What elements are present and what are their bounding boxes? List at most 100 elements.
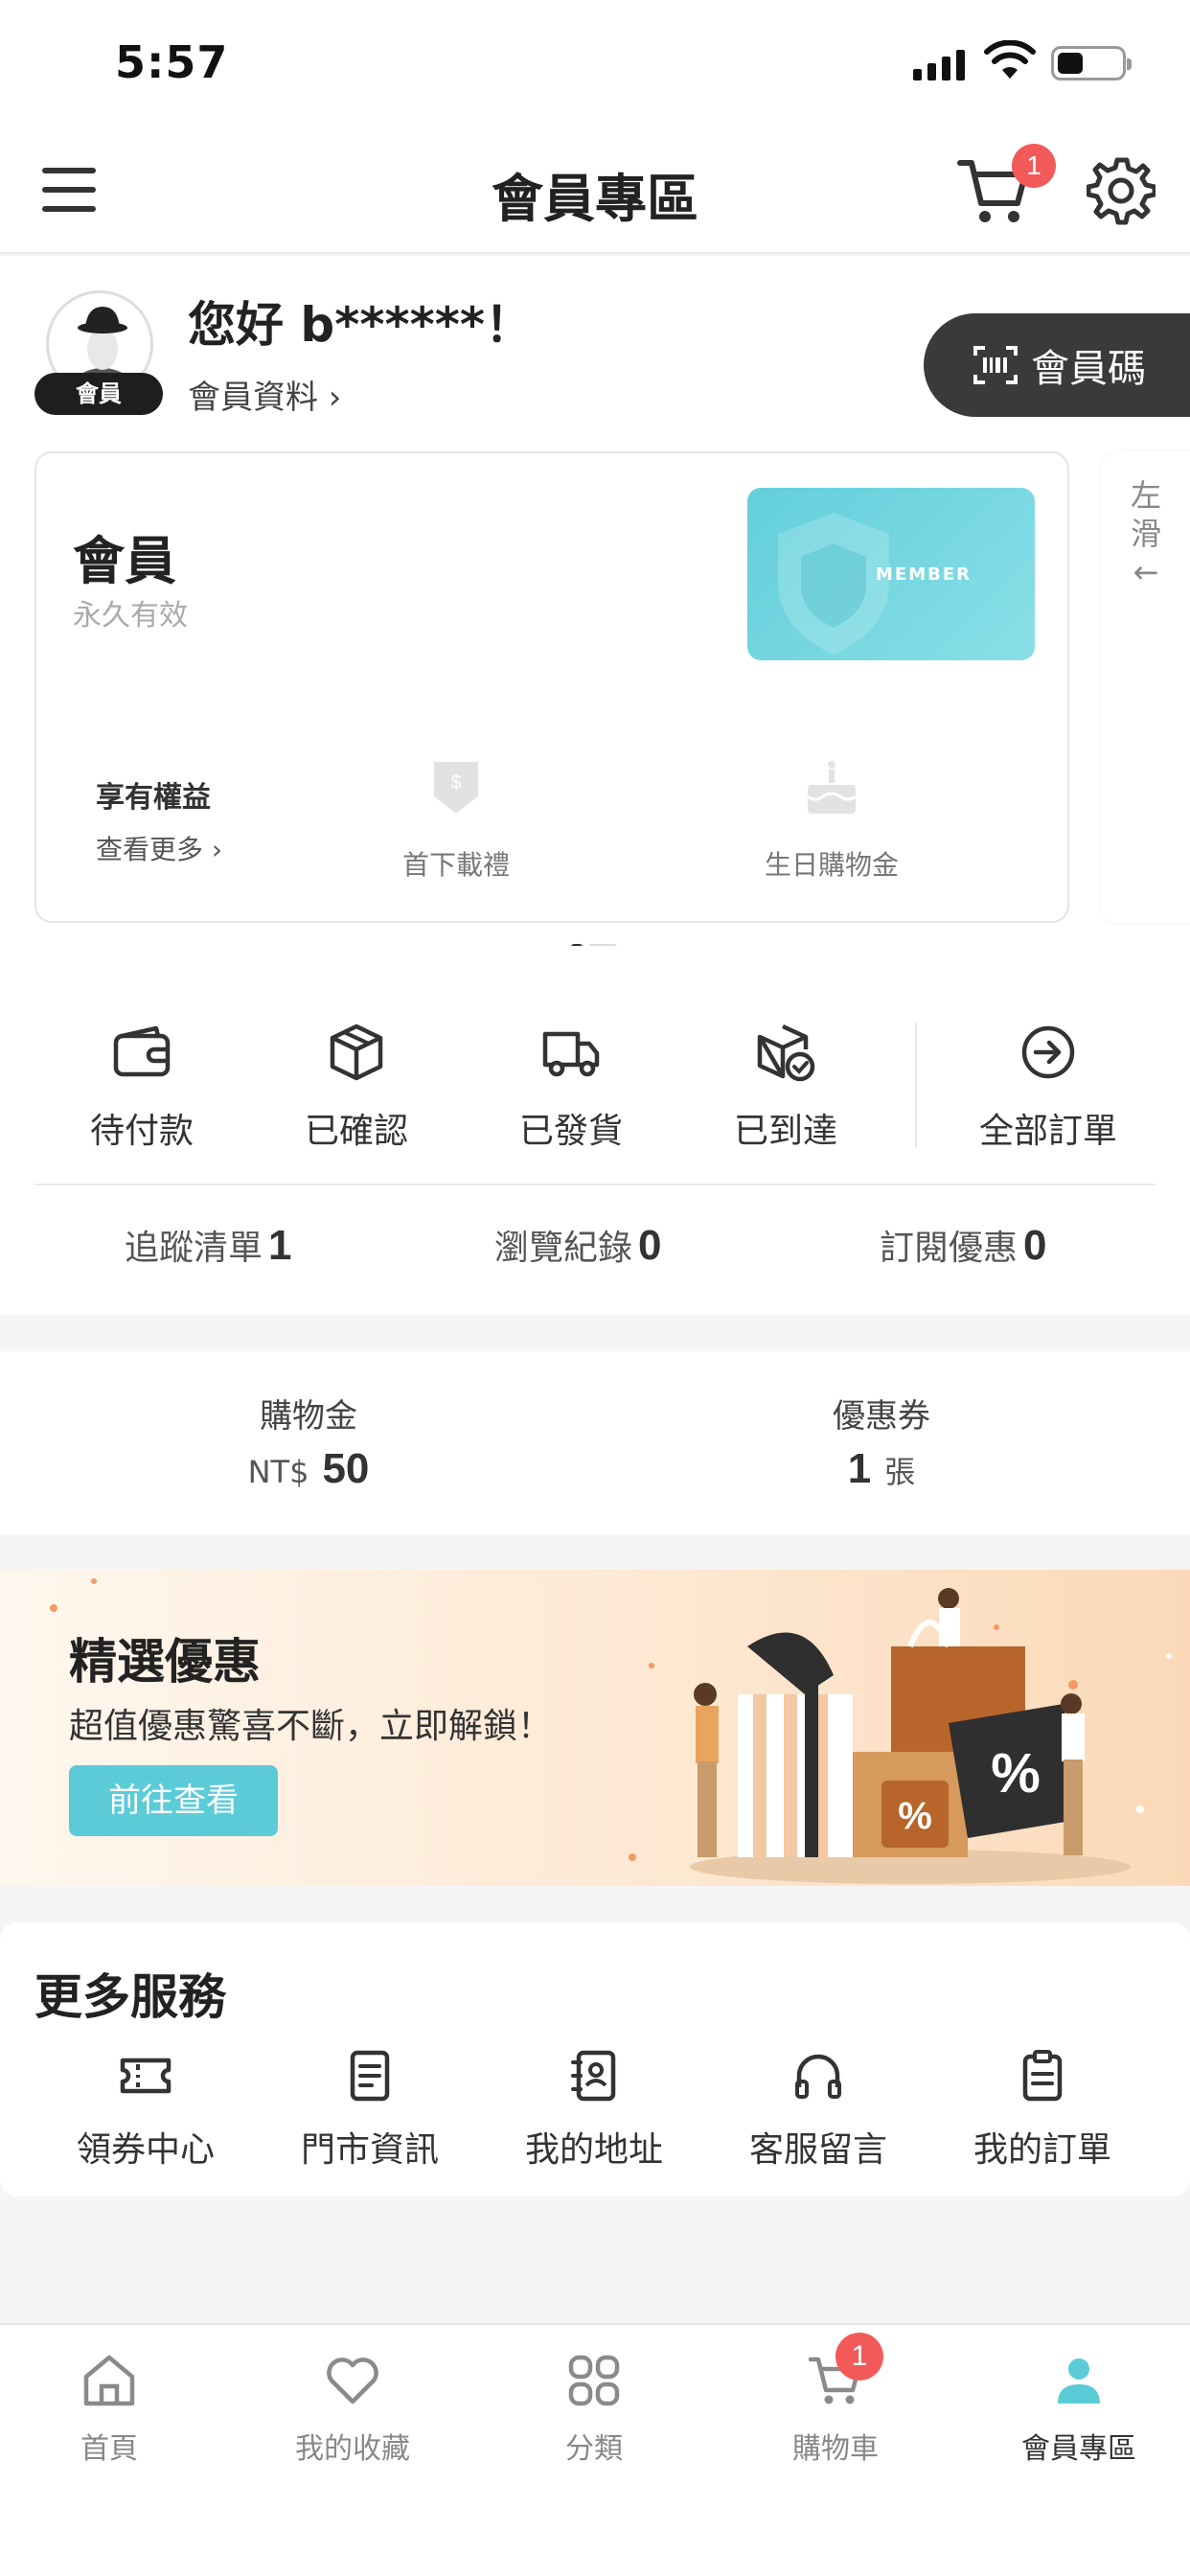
battery-icon (1051, 46, 1132, 80)
barcode-scan-icon (973, 346, 1018, 384)
all-orders-label: 全部訂單 (978, 1112, 1117, 1151)
benefits-more-link[interactable]: 查看更多 › (96, 829, 222, 867)
perk-birthday[interactable]: 生日購物金 (726, 758, 937, 883)
order-label: 已到達 (733, 1112, 837, 1151)
document-icon (350, 2050, 390, 2102)
stat-subscriptions[interactable]: 訂閱優惠 0 (880, 1220, 1047, 1270)
gift-boxes-illustration: % % (690, 1588, 1131, 1884)
perk-first-download[interactable]: $ 首下載禮 (351, 758, 561, 883)
coupon-value: 1 (847, 1445, 872, 1492)
perk-label: 生日購物金 (764, 849, 899, 881)
status-bar: 5:57 (0, 0, 1190, 129)
tab-categories[interactable]: 分類 (498, 2352, 690, 2467)
credit-value: 50 (322, 1445, 370, 1492)
order-label: 已發貨 (518, 1112, 623, 1151)
service-label: 客服留言 (748, 2130, 887, 2170)
order-label: 待付款 (89, 1112, 194, 1151)
wifi-icon (984, 40, 1036, 79)
promo-banner[interactable]: % % 精選優惠 超值優惠驚喜不斷，立即解鎖！ 前往查看 (0, 1570, 1190, 1886)
service-store-info[interactable]: 門市資訊 (274, 2049, 466, 2172)
stat-wishlist[interactable]: 追蹤清單 1 (125, 1220, 292, 1270)
membership-level: 會員 (73, 531, 176, 591)
header-cart-badge: 1 (1012, 144, 1056, 188)
member-code-button[interactable]: 會員碼 (924, 313, 1190, 417)
service-label: 領券中心 (76, 2130, 215, 2170)
membership-card[interactable]: 會員 永久有效 MEMBER 享有權益 查看更多 › $ 首下載禮 生日購物金 (34, 451, 1069, 923)
promo-subtitle: 超值優惠驚喜不斷，立即解鎖！ (69, 1707, 553, 1746)
promo-percent-badge: % (991, 1742, 1041, 1805)
service-customer-support[interactable]: 客服留言 (722, 2049, 914, 2172)
stat-value: 0 (638, 1222, 662, 1269)
tab-label: 購物車 (792, 2432, 879, 2466)
service-coupon-center[interactable]: 領券中心 (50, 2049, 241, 2172)
heart-icon (327, 2358, 378, 2404)
coupon-label: 優惠券 (833, 1397, 930, 1436)
birthday-cake-icon (807, 761, 857, 814)
order-label: 已確認 (304, 1112, 408, 1151)
profile-link[interactable]: 會員資料 › (188, 371, 341, 418)
gear-icon[interactable] (1087, 156, 1156, 225)
tab-cart-badge: 1 (835, 2333, 883, 2380)
promo-percent-badge: % (898, 1795, 932, 1837)
home-icon (83, 2355, 135, 2406)
shopping-credit[interactable]: 購物金 NT$ 50 (117, 1390, 500, 1493)
stat-label: 瀏覽紀錄 (494, 1229, 633, 1268)
service-label: 我的地址 (524, 2130, 663, 2170)
bottom-tab-bar: 首頁 我的收藏 分類 購物車 會員專區 (0, 2323, 1190, 2576)
perk-label: 首下載禮 (401, 849, 510, 881)
stat-value: 0 (1023, 1222, 1047, 1269)
more-services-section: 更多服務 領券中心 門市資訊 我的地址 客服留言 我的訂單 (0, 1922, 1190, 2196)
tab-home[interactable]: 首頁 (13, 2352, 205, 2467)
app-header: 會員專區 (0, 129, 1190, 254)
benefits-title: 享有權益 (96, 781, 211, 815)
cellular-signal-icon (913, 48, 965, 80)
svg-text:$: $ (450, 772, 461, 794)
order-shipped[interactable]: 已發貨 (485, 1023, 657, 1153)
divider (915, 1023, 917, 1147)
box-icon (330, 1024, 383, 1081)
stat-label: 訂閱優惠 (880, 1229, 1018, 1268)
services-title: 更多服務 (34, 1969, 226, 2025)
box-check-icon (757, 1024, 815, 1082)
credit-label: 購物金 (260, 1397, 357, 1436)
wallet-icon (113, 1025, 171, 1077)
headphones-icon (795, 2054, 841, 2099)
tab-cart[interactable]: 購物車 (740, 2352, 931, 2467)
order-pending-payment[interactable]: 待付款 (56, 1023, 228, 1153)
stat-label: 追蹤清單 (125, 1229, 263, 1268)
wallet-section: 購物金 NT$ 50 優惠券 1 張 (0, 1351, 1190, 1535)
stat-browsing-history[interactable]: 瀏覽紀錄 0 (494, 1220, 662, 1270)
order-status-section: 待付款 已確認 已發貨 已到達 全部訂單 追蹤清單 1 瀏覽紀錄 0 訂閱優惠 … (0, 946, 1190, 1315)
order-arrived[interactable]: 已到達 (699, 1023, 872, 1153)
service-label: 門市資訊 (300, 2130, 439, 2170)
all-orders[interactable]: 全部訂單 (962, 1023, 1134, 1153)
promo-title: 精選優惠 (69, 1634, 261, 1690)
service-label: 我的訂單 (973, 2130, 1111, 2170)
member-card-text: MEMBER (876, 564, 972, 585)
status-time: 5:57 (115, 36, 229, 88)
truck-icon (542, 1031, 600, 1077)
tab-label: 分類 (565, 2432, 623, 2466)
address-book-icon (571, 2050, 616, 2102)
clipboard-icon (1022, 2050, 1063, 2102)
promo-view-button[interactable]: 前往查看 (69, 1765, 278, 1836)
profile-section: 會員 您好 b******！ 會員資料 › 會員碼 會員 永久有效 MEMBER… (0, 256, 1190, 950)
membership-validity: 永久有效 (73, 599, 188, 632)
member-level-tag: 會員 (34, 373, 163, 415)
service-my-address[interactable]: 我的地址 (498, 2049, 690, 2172)
tab-favorites[interactable]: 我的收藏 (257, 2352, 448, 2467)
coupon-icon: $ (434, 762, 478, 814)
credit-currency: NT$ (247, 1454, 309, 1490)
tab-label: 首頁 (80, 2432, 138, 2466)
order-confirmed[interactable]: 已確認 (270, 1023, 443, 1153)
swipe-hint: 左滑← (1130, 477, 1161, 590)
tab-member-center[interactable]: 會員專區 (983, 2352, 1175, 2467)
member-code-label: 會員碼 (1031, 347, 1146, 391)
tab-label: 會員專區 (1021, 2432, 1136, 2466)
service-my-orders[interactable]: 我的訂單 (947, 2049, 1138, 2172)
coupons[interactable]: 優惠券 1 張 (690, 1390, 1073, 1493)
user-icon (1058, 2358, 1100, 2404)
stat-value: 1 (268, 1222, 292, 1269)
ticket-icon (120, 2058, 172, 2094)
greeting-text: 您好 b******！ (188, 297, 534, 353)
